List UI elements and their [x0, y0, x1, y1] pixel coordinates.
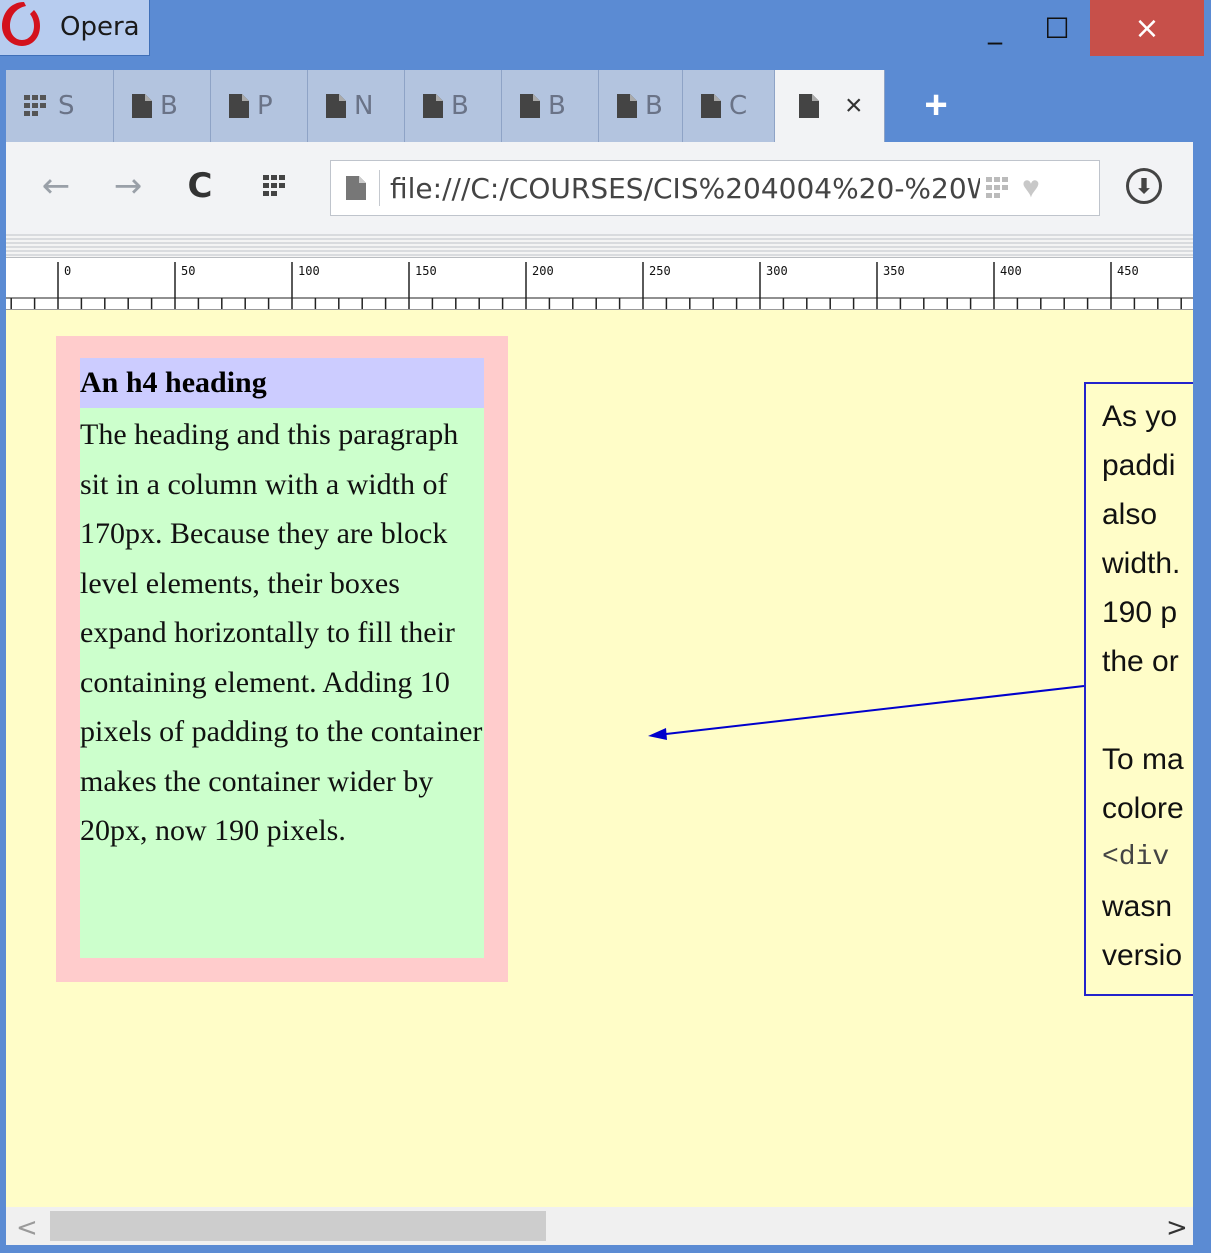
page-icon [617, 94, 637, 118]
callout-text: paddi [1102, 449, 1176, 482]
callout-text: 190 p [1102, 596, 1178, 629]
callout-spacer [1102, 686, 1193, 735]
tab-speed-dial[interactable]: S [6, 70, 114, 142]
download-icon[interactable]: ⬇ [1126, 168, 1162, 204]
browser-window: Opera _ ☐ × S B P N B B B C × + ← → C fi… [0, 0, 1211, 1253]
ruler-label: 350 [883, 264, 905, 278]
ruler-label: 100 [298, 264, 320, 278]
pixel-ruler: 0 50 100 150 200 250 300 350 400 450 [6, 258, 1193, 310]
speed-dial-icon [263, 175, 285, 196]
padded-container: An h4 heading The heading and this parag… [56, 336, 508, 982]
tab-page[interactable]: B [502, 70, 599, 142]
callout-text: To ma [1102, 743, 1184, 776]
tab-label: P [257, 91, 273, 121]
callout-text: width. [1102, 547, 1181, 580]
callout-text: versio [1102, 939, 1183, 972]
callout-text: comp [1102, 980, 1193, 994]
ruler-label: 200 [532, 264, 554, 278]
ruler-label: 300 [766, 264, 788, 278]
opera-menu-button[interactable]: Opera [0, 0, 150, 56]
page-paragraph: The heading and this paragraph sit in a … [80, 408, 484, 958]
ruler-label: 400 [1000, 264, 1022, 278]
maximize-button[interactable]: ☐ [1030, 0, 1084, 56]
horizontal-scrollbar[interactable]: < > [6, 1207, 1193, 1245]
callout-text: also [1102, 498, 1158, 531]
tab-label: B [645, 91, 663, 121]
page-icon [701, 94, 721, 118]
tab-label: S [58, 91, 75, 121]
tab-label: C [729, 91, 748, 121]
callout-code: <div [1102, 842, 1170, 873]
ruler-label: 50 [181, 264, 196, 278]
tab-strip: S B P N B B B C × + [6, 70, 1206, 142]
callout-text: the or [1102, 645, 1179, 678]
scroll-left-icon[interactable]: < [16, 1213, 38, 1243]
new-tab-button[interactable]: + [912, 82, 960, 130]
speed-dial-icon [24, 95, 46, 116]
ruler-label: 450 [1117, 264, 1139, 278]
forward-button[interactable]: → [108, 166, 148, 206]
close-window-button[interactable]: × [1090, 0, 1204, 56]
tab-page[interactable]: C [683, 70, 775, 142]
tab-page[interactable]: N [308, 70, 405, 142]
tab-label: B [160, 91, 178, 121]
address-bar[interactable]: file:///C:/COURSES/CIS%204004%20-%20W ♥ [330, 160, 1100, 216]
tab-page[interactable]: P [211, 70, 308, 142]
toolbar-divider [6, 234, 1193, 258]
speed-dial-add-icon[interactable] [986, 177, 1012, 199]
tab-page[interactable]: B [599, 70, 683, 142]
page-icon [520, 94, 540, 118]
opera-logo-icon [2, 2, 40, 46]
tab-label: B [548, 91, 566, 121]
tab-active[interactable]: × [775, 70, 885, 142]
minimize-button[interactable]: _ [968, 0, 1022, 56]
tab-label: B [451, 91, 469, 121]
ruler-label: 0 [64, 264, 72, 278]
page-icon [229, 94, 249, 118]
address-toolbar: ← → C file:///C:/COURSES/CIS%204004%20-%… [6, 142, 1193, 234]
page-icon [423, 94, 443, 118]
back-button[interactable]: ← [36, 166, 76, 206]
ruler-label: 150 [415, 264, 437, 278]
ruler-label: 250 [649, 264, 671, 278]
page-icon [132, 94, 152, 118]
app-name: Opera [60, 12, 140, 42]
reload-button[interactable]: C [180, 166, 220, 206]
url-text[interactable]: file:///C:/COURSES/CIS%204004%20-%20W [390, 172, 980, 205]
page-heading: An h4 heading [80, 358, 484, 408]
callout-text: As yo [1102, 400, 1178, 433]
scroll-thumb[interactable] [50, 1211, 546, 1241]
tab-label: N [354, 91, 374, 121]
tab-close-icon[interactable]: × [845, 89, 863, 123]
annotation-callout: As yo paddi also width. 190 p the or To … [1084, 382, 1193, 996]
speed-dial-button[interactable] [256, 166, 296, 206]
bookmark-heart-icon[interactable]: ♥ [1022, 171, 1040, 205]
page-icon [799, 94, 819, 118]
tab-page[interactable]: B [114, 70, 211, 142]
page-viewport: An h4 heading The heading and this parag… [6, 310, 1193, 1207]
callout-text: colore [1102, 792, 1184, 825]
tab-page[interactable]: B [405, 70, 502, 142]
page-icon [341, 176, 371, 200]
scroll-right-icon[interactable]: > [1166, 1213, 1188, 1243]
callout-text: wasn [1102, 890, 1173, 923]
title-bar: Opera _ ☐ × [0, 0, 1211, 60]
address-separator [379, 170, 380, 206]
page-icon [326, 94, 346, 118]
